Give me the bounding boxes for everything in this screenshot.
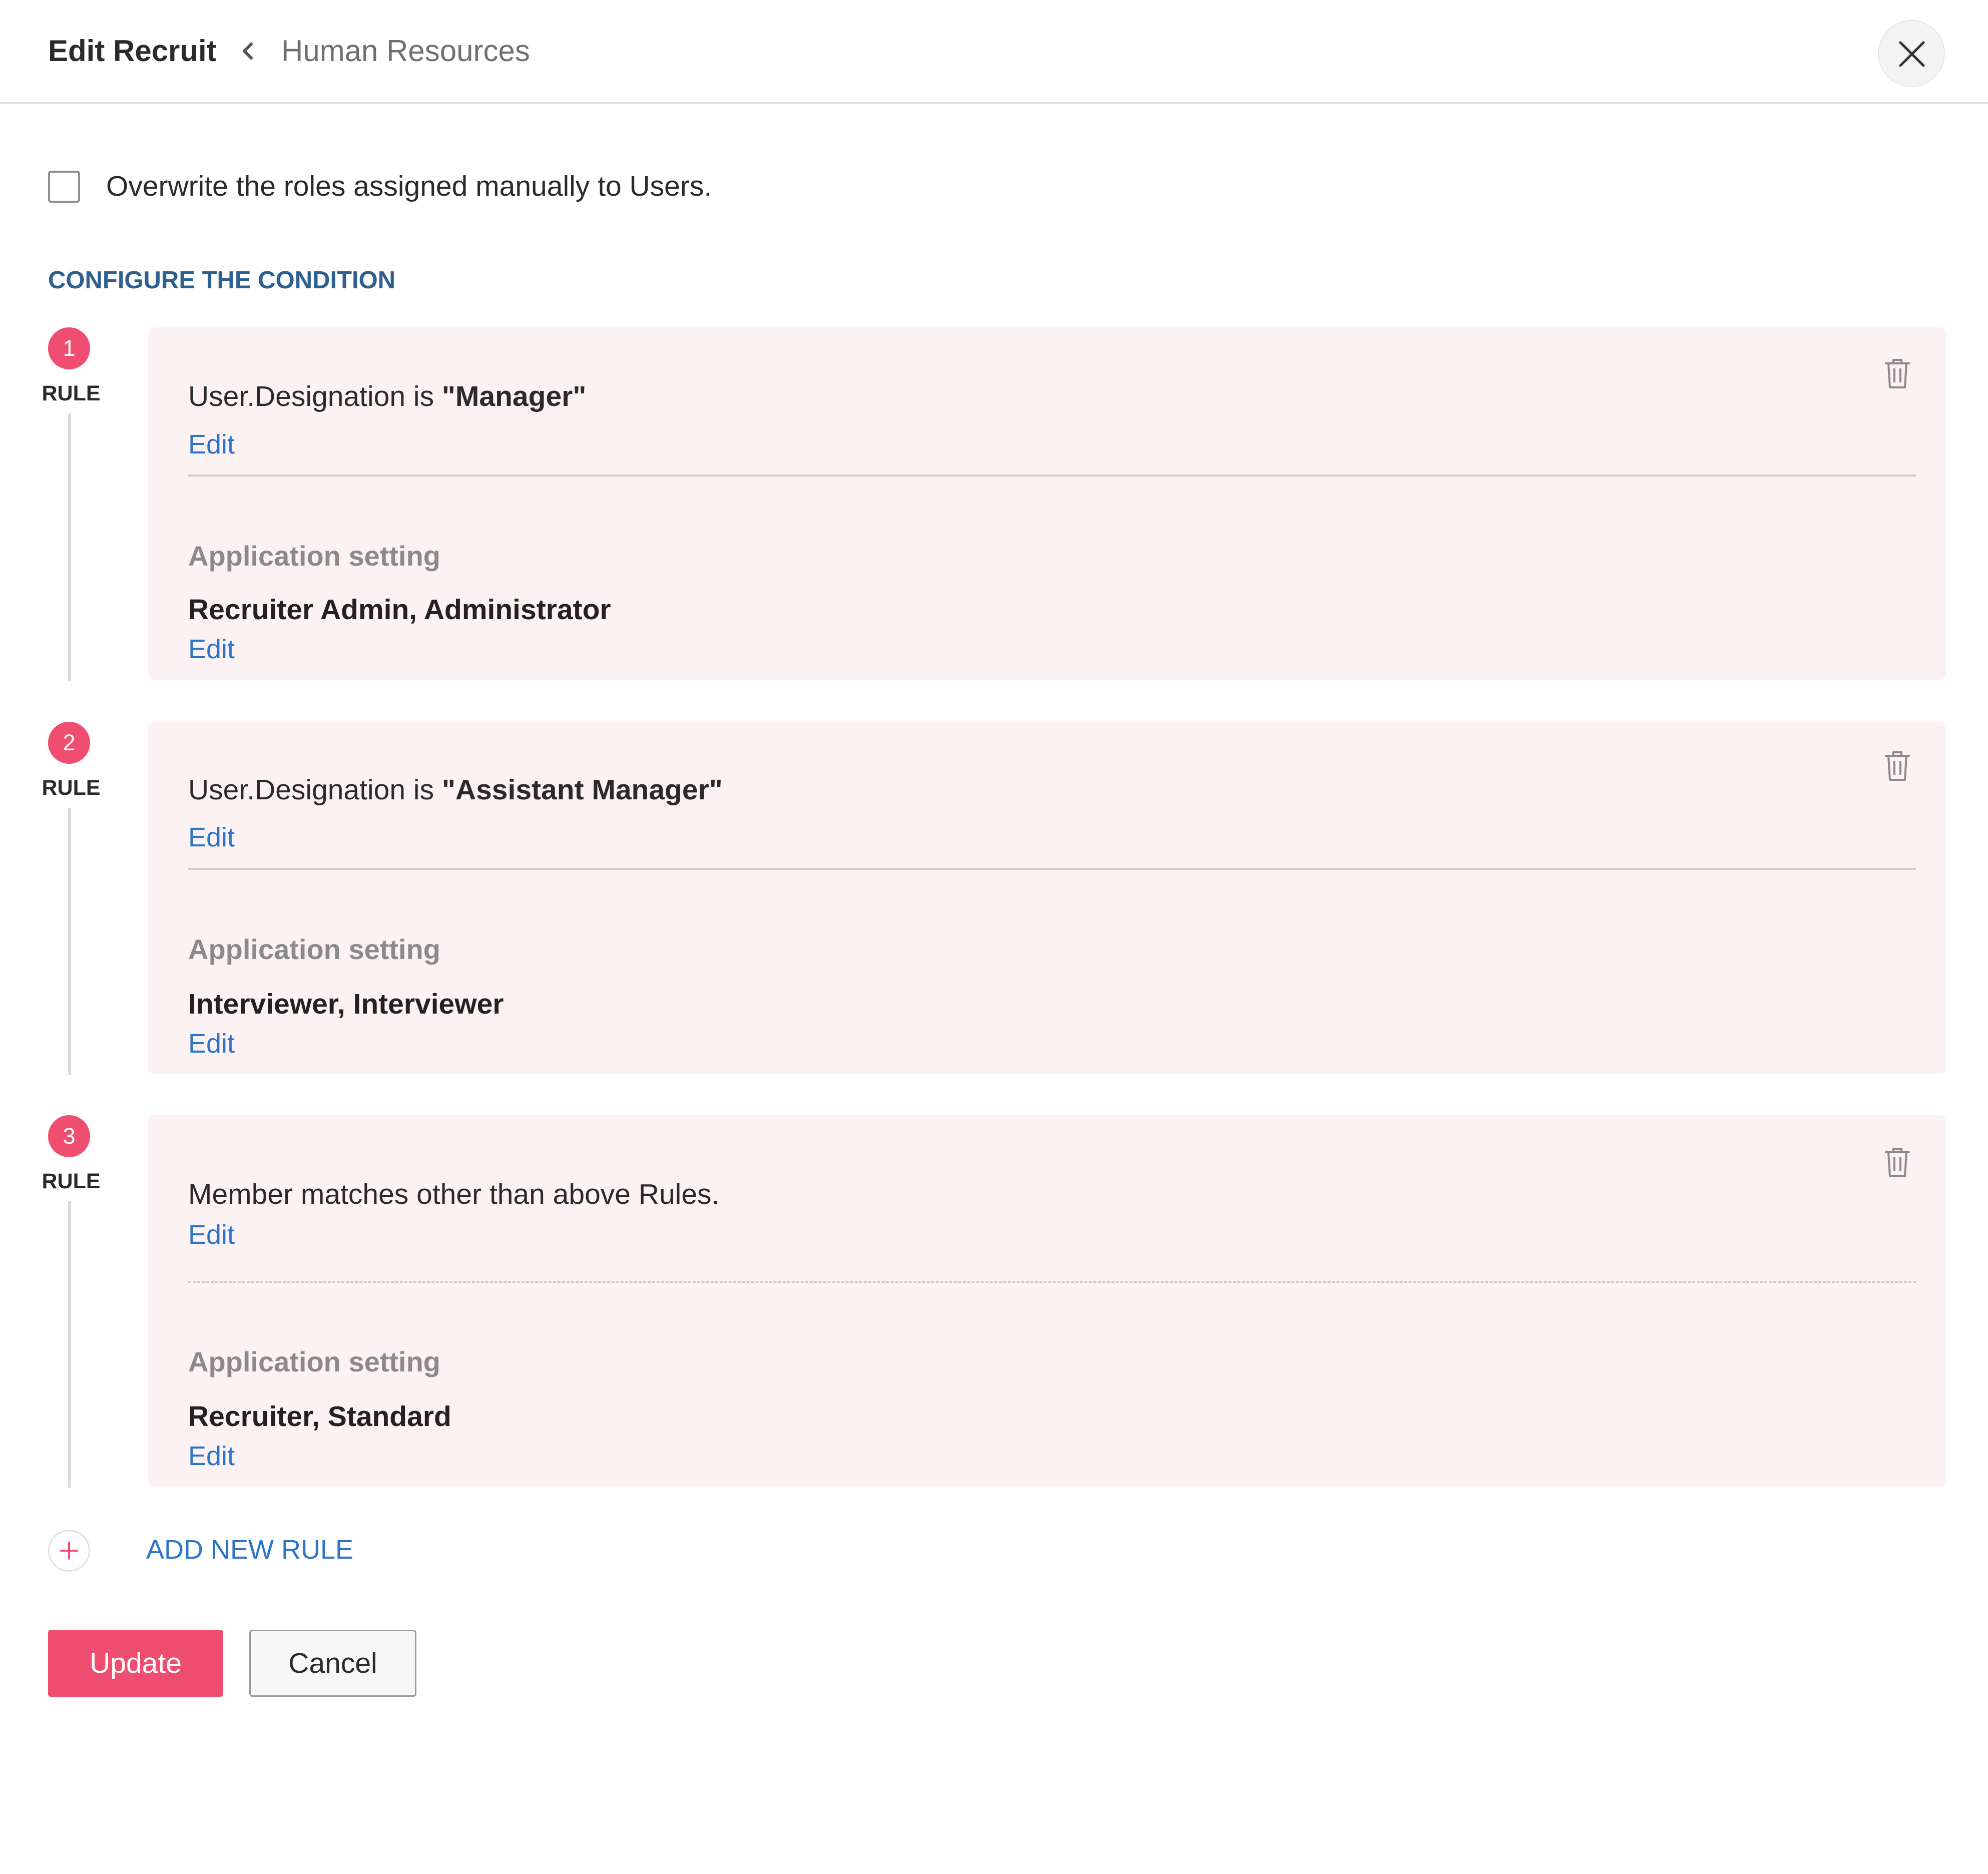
overwrite-label[interactable]: Overwrite the roles assigned manually to… bbox=[106, 166, 712, 206]
rule-connector-line bbox=[68, 808, 71, 1075]
overwrite-checkbox[interactable] bbox=[48, 171, 80, 203]
close-button[interactable] bbox=[1878, 20, 1945, 87]
section-heading: CONFIGURE THE CONDITION bbox=[48, 267, 396, 294]
trash-icon[interactable] bbox=[1884, 1146, 1911, 1178]
application-setting-label: Application setting bbox=[188, 1346, 440, 1377]
edit-setting-link[interactable]: Edit bbox=[188, 1026, 235, 1061]
edit-condition-link[interactable]: Edit bbox=[188, 1217, 235, 1252]
cancel-button[interactable]: Cancel bbox=[249, 1630, 416, 1697]
rule-label: RULE bbox=[42, 776, 101, 800]
condition-field: User.Designation is bbox=[188, 380, 442, 412]
plus-icon bbox=[60, 1542, 78, 1560]
rule-condition: Member matches other than above Rules. bbox=[188, 1178, 720, 1210]
rule-divider bbox=[188, 868, 1916, 870]
add-rule-button[interactable] bbox=[48, 1530, 90, 1572]
page-title: Edit Recruit bbox=[48, 34, 217, 68]
header: Edit Recruit Human Resources bbox=[0, 0, 1988, 104]
application-setting-value: Recruiter Admin, Administrator bbox=[188, 594, 611, 626]
condition-value: "Manager" bbox=[441, 380, 587, 412]
condition-value: "Assistant Manager" bbox=[441, 774, 723, 806]
breadcrumb[interactable]: Human Resources bbox=[281, 31, 530, 71]
chevron-left-icon[interactable] bbox=[235, 37, 260, 65]
rule-card: User.Designation is "Assistant Manager" … bbox=[148, 722, 1946, 1074]
edit-condition-link[interactable]: Edit bbox=[188, 820, 235, 855]
rule-number-badge: 2 bbox=[48, 722, 90, 764]
rule-number-badge: 3 bbox=[48, 1115, 90, 1157]
condition-field: User.Designation is bbox=[188, 774, 442, 806]
rule-label: RULE bbox=[42, 1169, 101, 1193]
rule-divider bbox=[188, 1281, 1916, 1283]
rule-divider bbox=[188, 475, 1916, 477]
application-setting-value: Recruiter, Standard bbox=[188, 1400, 451, 1433]
rule-condition: User.Designation is "Manager" bbox=[188, 377, 586, 415]
application-setting-label: Application setting bbox=[188, 933, 440, 965]
rule-card: Member matches other than above Rules. E… bbox=[148, 1115, 1946, 1487]
edit-recruit-page: Edit Recruit Human Resources Overwrite t… bbox=[0, 0, 1988, 1874]
edit-setting-link[interactable]: Edit bbox=[188, 632, 235, 667]
edit-condition-link[interactable]: Edit bbox=[188, 427, 235, 462]
update-button[interactable]: Update bbox=[48, 1630, 223, 1697]
add-new-rule-link[interactable]: ADD NEW RULE bbox=[146, 1531, 353, 1569]
application-setting-label: Application setting bbox=[188, 540, 440, 572]
rule-connector-line bbox=[68, 1201, 71, 1488]
rule-condition: User.Designation is "Assistant Manager" bbox=[188, 771, 723, 809]
trash-icon[interactable] bbox=[1884, 357, 1911, 389]
trash-icon[interactable] bbox=[1884, 750, 1911, 782]
rule-connector-line bbox=[68, 413, 71, 681]
application-setting-value: Interviewer, Interviewer bbox=[188, 988, 504, 1020]
close-icon bbox=[1899, 41, 1925, 67]
edit-setting-link[interactable]: Edit bbox=[188, 1439, 235, 1474]
rule-card: User.Designation is "Manager" Edit Appli… bbox=[148, 327, 1946, 680]
rule-number-badge: 1 bbox=[48, 327, 90, 369]
rule-label: RULE bbox=[42, 381, 101, 405]
